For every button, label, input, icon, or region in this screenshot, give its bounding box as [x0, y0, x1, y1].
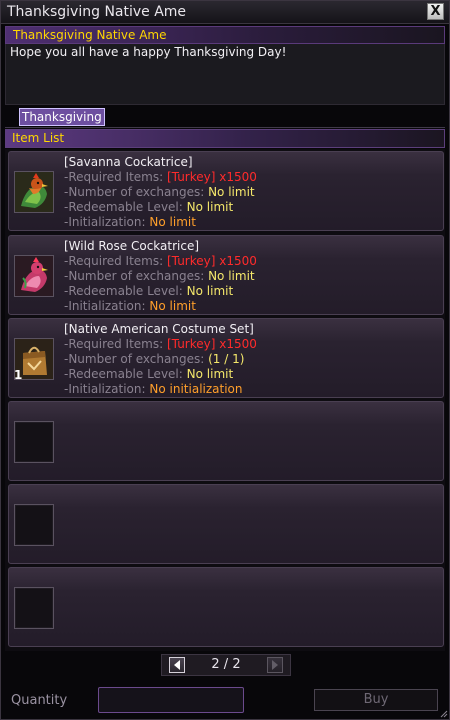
item-info: [Wild Rose Cockatrice] -Required Items: …	[64, 239, 257, 314]
exchanges-value: No limit	[208, 269, 255, 283]
empty-item-card	[8, 567, 444, 647]
required-label: -Required Items:	[64, 170, 164, 184]
required-label: -Required Items:	[64, 254, 164, 268]
empty-item-slot	[14, 504, 54, 546]
exchanges-label: -Number of exchanges:	[64, 352, 205, 366]
event-title: Thanksgiving Native Ame	[13, 28, 167, 42]
item-card[interactable]: [Savanna Cockatrice] -Required Items: [T…	[8, 151, 444, 231]
exchanges-label: -Number of exchanges:	[64, 269, 205, 283]
buy-button[interactable]: Buy	[314, 689, 438, 711]
exchanges-value: (1 / 1)	[208, 352, 245, 366]
init-label: -Initialization:	[64, 215, 146, 229]
event-description: Hope you all have a happy Thanksgiving D…	[5, 44, 445, 105]
item-card[interactable]: 1 [Native American Costume Set] -Require…	[8, 318, 444, 398]
item-info: [Native American Costume Set] -Required …	[64, 322, 257, 397]
empty-item-slot	[14, 587, 54, 629]
next-page-button[interactable]	[267, 657, 283, 673]
empty-item-card	[8, 484, 444, 564]
item-info: [Savanna Cockatrice] -Required Items: [T…	[64, 155, 257, 230]
init-label: -Initialization:	[64, 382, 146, 396]
init-value: No limit	[149, 215, 196, 229]
required-value: [Turkey] x1500	[167, 337, 257, 351]
level-value: No limit	[186, 284, 234, 298]
item-quantity: 1	[14, 368, 23, 382]
empty-item-slot	[14, 421, 54, 463]
level-label: -Redeemable Level:	[64, 367, 183, 381]
exchanges-value: No limit	[208, 185, 255, 199]
exchanges-label: -Number of exchanges:	[64, 185, 205, 199]
init-label: -Initialization:	[64, 299, 146, 313]
item-slot[interactable]	[14, 171, 54, 213]
init-value: No initialization	[149, 382, 243, 396]
tab-divider	[5, 127, 445, 128]
item-card[interactable]: [Wild Rose Cockatrice] -Required Items: …	[8, 235, 444, 315]
wild-rose-cockatrice-icon	[15, 256, 53, 296]
title-bar[interactable]: Thanksgiving Native Ame X	[1, 1, 449, 24]
required-value: [Turkey] x1500	[167, 254, 257, 268]
window-title: Thanksgiving Native Ame	[7, 4, 187, 20]
quantity-label: Quantity	[11, 693, 68, 708]
init-value: No limit	[149, 299, 196, 313]
item-slot[interactable]	[14, 255, 54, 297]
event-header: Thanksgiving Native Ame	[5, 26, 445, 44]
item-name: [Native American Costume Set]	[64, 322, 254, 336]
item-list-header: Item List	[5, 129, 445, 148]
item-list-title: Item List	[12, 131, 65, 145]
close-button[interactable]: X	[427, 3, 444, 20]
quantity-input[interactable]	[98, 687, 244, 713]
savanna-cockatrice-icon	[15, 172, 53, 212]
empty-item-card	[8, 401, 444, 481]
level-label: -Redeemable Level:	[64, 200, 183, 214]
pagination: 2 / 2	[161, 654, 291, 676]
level-value: No limit	[186, 200, 234, 214]
exchange-window: Thanksgiving Native Ame X Thanksgiving N…	[0, 0, 450, 720]
item-name: [Savanna Cockatrice]	[64, 155, 193, 169]
resize-grip-icon[interactable]	[438, 708, 448, 718]
arrow-right-icon	[272, 660, 278, 670]
item-list: [Savanna Cockatrice] -Required Items: [T…	[5, 149, 445, 651]
required-label: -Required Items:	[64, 337, 164, 351]
item-name: [Wild Rose Cockatrice]	[64, 239, 200, 253]
level-value: No limit	[186, 367, 234, 381]
level-label: -Redeemable Level:	[64, 284, 183, 298]
item-slot[interactable]: 1	[14, 338, 54, 382]
tab-thanksgiving[interactable]: Thanksgiving	[19, 108, 105, 126]
required-value: [Turkey] x1500	[167, 170, 257, 184]
